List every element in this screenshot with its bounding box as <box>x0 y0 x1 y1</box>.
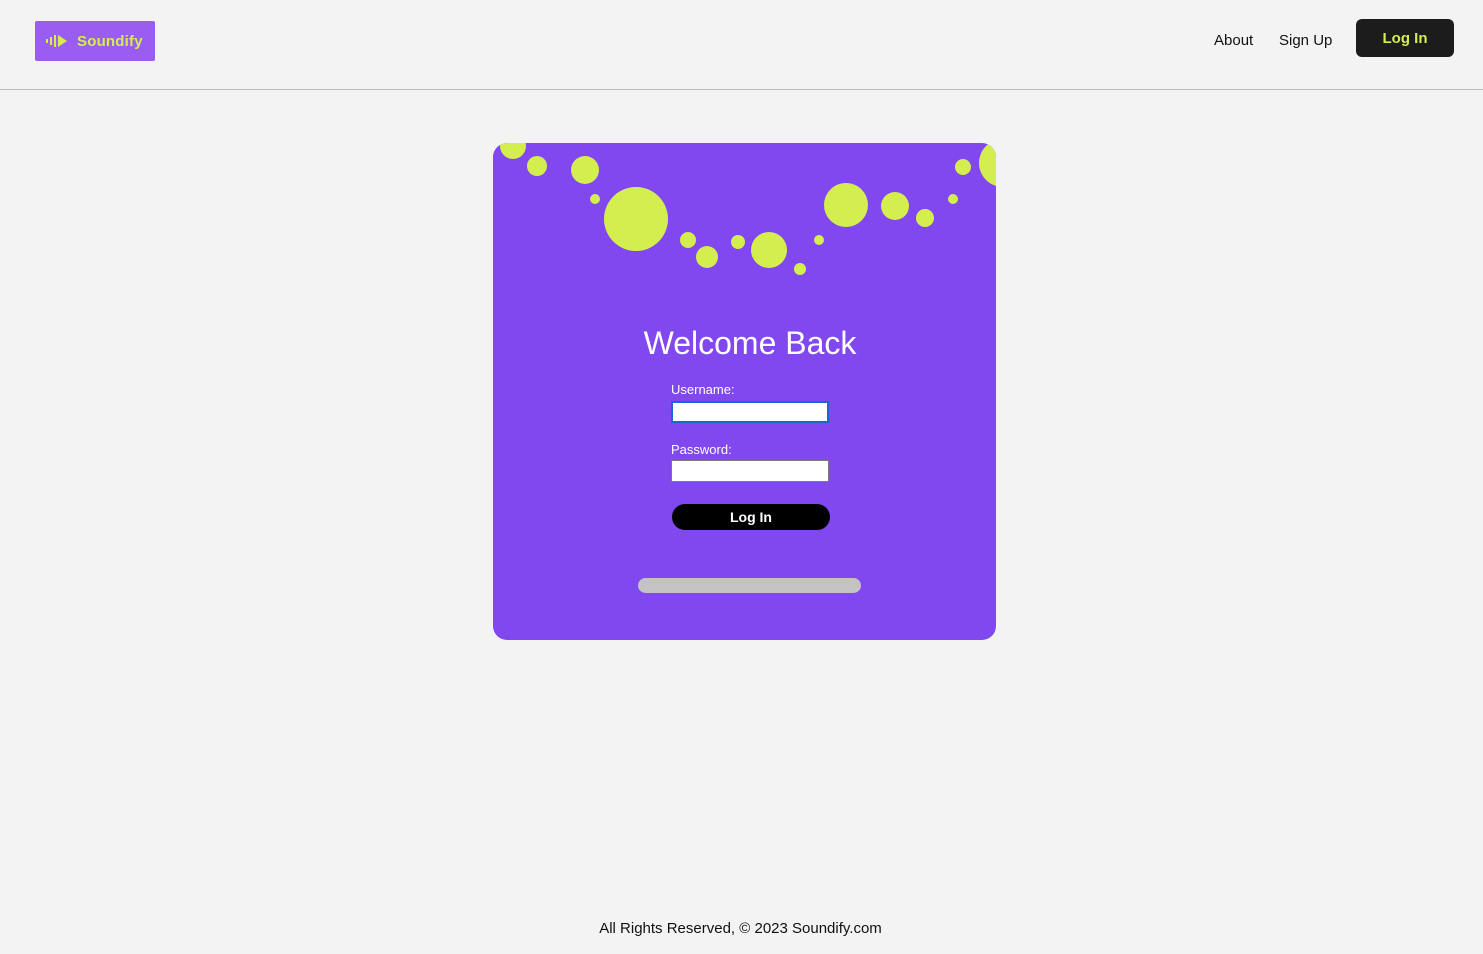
soundwave-play-icon <box>46 35 67 47</box>
username-input[interactable] <box>671 401 829 423</box>
soundify-logo[interactable]: Soundify <box>35 21 155 61</box>
password-input[interactable] <box>671 460 829 482</box>
logo-text: Soundify <box>77 32 143 50</box>
site-header: Soundify About Sign Up Log In <box>0 0 1483 90</box>
password-label: Password: <box>671 442 732 457</box>
decorative-bubbles <box>500 143 996 275</box>
log-in-submit-button[interactable]: Log In <box>672 504 830 530</box>
welcome-title: Welcome Back <box>643 325 857 361</box>
placeholder-bar <box>638 578 861 593</box>
nav-about-link[interactable]: About <box>1214 32 1253 49</box>
footer-copyright: All Rights Reserved, © 2023 Soundify.com <box>599 920 882 937</box>
username-label: Username: <box>671 382 735 397</box>
nav-log-in-button[interactable]: Log In <box>1356 19 1454 57</box>
login-card: Welcome Back Username: Password: Log In <box>493 143 996 640</box>
nav-sign-up-link[interactable]: Sign Up <box>1279 32 1332 49</box>
